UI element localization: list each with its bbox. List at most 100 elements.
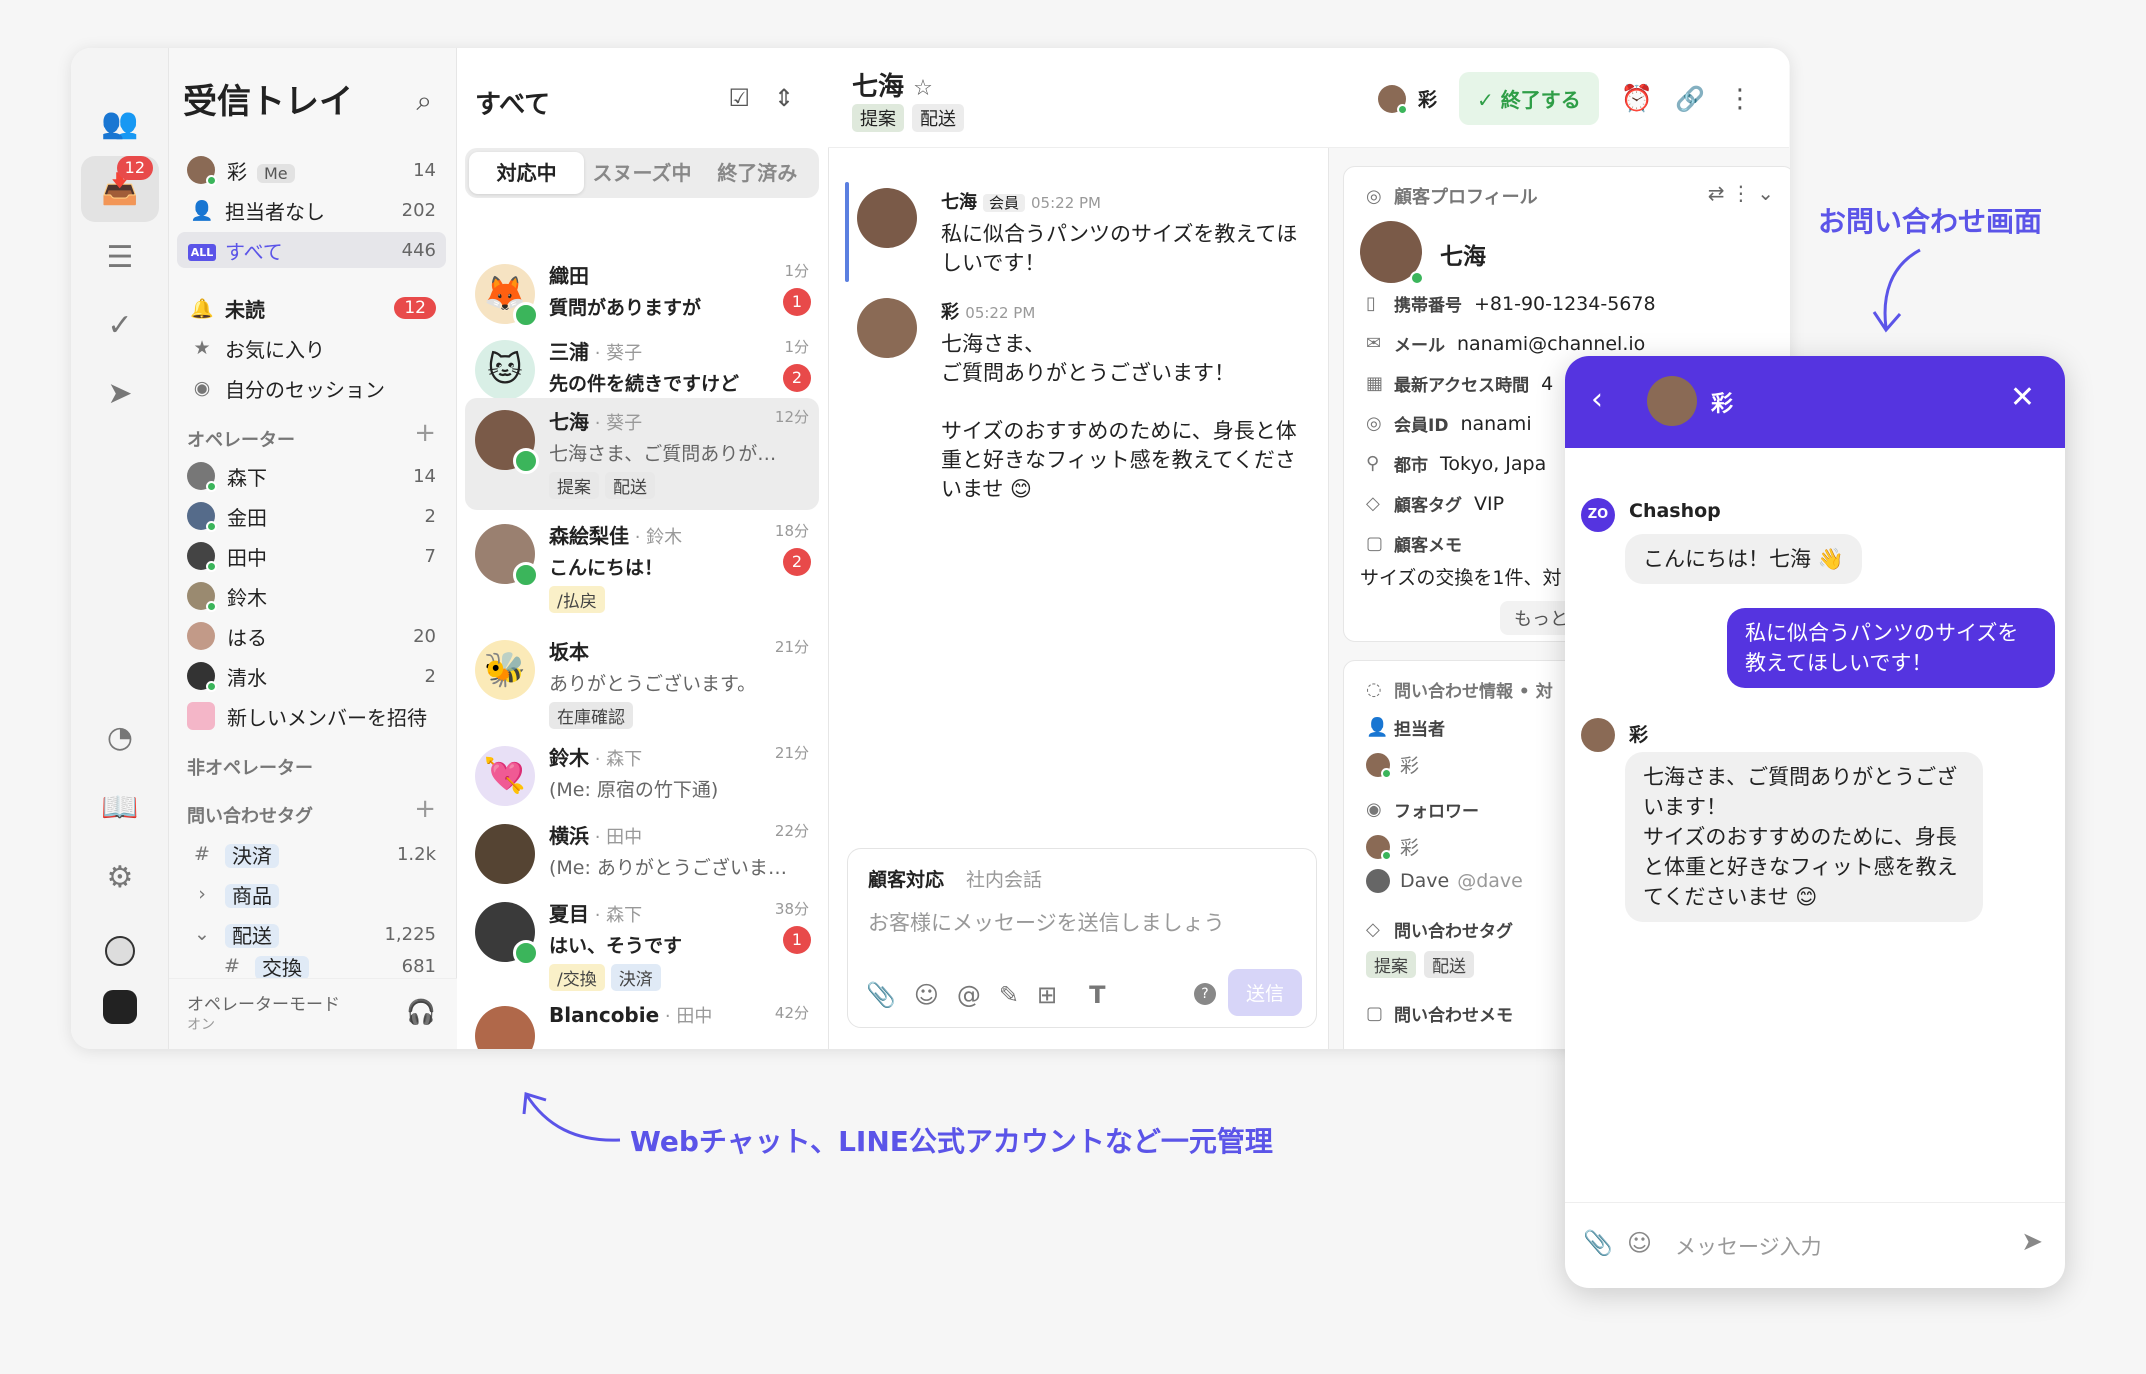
back-icon[interactable]: ‹ [1591,382,1603,417]
sidebar-item-operator[interactable]: 森下 14 [177,458,446,494]
checkbox-icon[interactable]: ☑ [728,84,750,112]
sidebar-item-all[interactable]: ALL すべて 446 [177,232,446,268]
tab-open[interactable]: 対応中 [469,152,585,194]
emoji-icon[interactable]: ☺ [914,981,939,1009]
message: 彩 05:22 PM 七海さま、 ご質問ありがとうございます！ サイズのおすすめ… [857,298,1307,504]
sidebar-item-operator[interactable]: 金田 2 [177,498,446,534]
list-title: すべて [475,90,551,120]
chevron-down-icon[interactable]: ⌄ [187,923,217,945]
close-icon[interactable]: ✕ [2010,380,2035,415]
sort-icon[interactable]: ⇕ [774,84,794,112]
star-icon[interactable]: ☆ [913,76,933,101]
sidebar-tag-item[interactable]: # 交換 681 [177,954,446,978]
list-icon[interactable]: ☰ [81,224,159,290]
sidebar-item-sessions[interactable]: ◉ 自分のセッション [177,370,446,406]
headset-icon[interactable]: 🎧 [406,998,436,1026]
mention-icon[interactable]: @ [957,981,981,1009]
sidebar-item-unassigned[interactable]: 👤 担当者なし 202 [177,192,446,228]
alarm-icon[interactable]: ⏰ [1621,84,1653,114]
tab-internal-chat[interactable]: 社内会話 [966,869,1042,891]
gear-icon[interactable]: ⚙ [81,844,159,910]
eye-icon: ◉ [193,377,211,399]
sidebar-item-unread[interactable]: 🔔 未読 12 [177,290,446,326]
profile-actions-icon[interactable]: ⇄ ⋮ ⌄ [1708,181,1774,205]
message-input[interactable]: お客様にメッセージを送信しましょう [868,907,1225,937]
add-operator-icon[interactable]: + [414,418,436,448]
inbox-app-window: 👥 📥 12 ☰ ✓ ➤ ◔ 📖 ⚙ 受信トレイ ⌕ 彩 Me 14 👤 担当者なし 20… [71,48,1790,1049]
sidebar-item-operator[interactable]: 鈴木 [177,578,446,614]
hash-icon: # [194,843,210,865]
help-icon[interactable]: ? [1194,983,1216,1005]
conversation-preview: こんにちは！ [549,557,664,579]
tab-closed[interactable]: 終了済み [700,152,815,194]
calendar-icon: ▦ [1366,373,1384,394]
assignee-selector[interactable]: 彩 [1377,84,1437,115]
conversation-item[interactable]: 横浜 · 田中 22分 (Me: ありがとうございます！) [465,812,819,888]
sidebar-item-operator[interactable]: 田中 7 [177,538,446,574]
team-icon[interactable]: 👥 [81,90,159,156]
check-badge-icon[interactable]: ✓ [81,292,159,358]
conversation-item[interactable]: 七海 · 葵子12分七海さま、ご質問ありがとうございます！提案配送 [465,398,819,510]
note-icon: ▢ [1366,533,1384,554]
conversation-item[interactable]: 森絵梨佳 · 鈴木 18分 こんにちは！ 2/払戻 [465,512,819,621]
operator-mode-value: オン [187,1017,215,1033]
avatar [1647,376,1697,426]
add-icon[interactable]: ⊞ [1037,981,1057,1009]
invite-member-button[interactable]: 新しいメンバーを招待 [177,698,446,734]
id-icon: ◎ [1366,413,1382,434]
add-tag-icon[interactable]: + [414,794,436,824]
more-icon[interactable]: ⋮ [1727,84,1753,114]
sidebar-tag-item[interactable]: › 商品 [177,876,446,912]
conversation-item[interactable]: 🦊 織田 1分 質問がありますが 1 [465,252,819,328]
tab-snoozed[interactable]: スヌーズ中 [584,152,699,194]
sidebar-item-operator[interactable]: 清水 2 [177,658,446,694]
chevron-right-icon[interactable]: › [187,883,217,905]
emoji-icon[interactable]: ☺ [1627,1229,1652,1257]
conversation-item[interactable]: 🐝 坂本 21分 ありがとうございます。 在庫確認 [465,628,819,737]
conversation-header: 七海 ☆ 提案 配送 彩 ✓ 終了する ⏰ 🔗 ⋮ [828,48,1789,148]
avatar [475,1006,535,1049]
conversation-time: 21分 [774,638,809,656]
sidebar-item-me[interactable]: 彩 Me 14 [177,152,446,188]
sidebar-item-favorites[interactable]: ★ お気に入り [177,330,446,366]
book-icon[interactable]: 📖 [81,774,159,840]
conversation-item[interactable]: 💘 鈴木 · 森下 21分 (Me: 原宿の竹下通) [465,734,819,810]
avatar: 🦊 [475,264,539,328]
customer-name: 七海 [1440,244,1486,270]
widget-agent-label: 彩 [1629,724,1649,746]
link-icon[interactable]: 🔗 [1675,85,1705,113]
avatar [857,298,917,358]
send-icon[interactable]: ➤ [2021,1227,2043,1257]
line-icon [513,562,539,588]
avatar: 🐝 [475,640,535,700]
tag-icon: ◇ [1366,493,1380,514]
avatar [187,156,217,186]
clock-icon[interactable]: ◔ [81,704,159,770]
inbox-icon[interactable]: 📥 12 [81,156,159,222]
chat-app-icon[interactable] [81,974,159,1040]
bell-icon: 🔔 [190,297,214,320]
attach-icon[interactable]: 📎 [866,981,896,1009]
sidebar-tag-item[interactable]: # 決済 1.2k [177,836,446,872]
widget-message-input[interactable]: メッセージ入力 [1675,1231,1822,1261]
sidebar-tag-item[interactable]: ⌄ 配送 1,225 [177,916,446,952]
conversation-item[interactable]: 夏目 · 森下 38分 はい、そうです 1/交換 決済 [465,890,819,999]
tab-customer-reply[interactable]: 顧客対応 [868,869,944,891]
template-icon[interactable]: ✎ [999,981,1019,1009]
operator-mode-label: オペレーターモード [187,995,340,1015]
eye-icon: ◉ [1366,799,1382,820]
text-format-icon[interactable]: T [1089,981,1105,1009]
unread-badge: 1 [783,926,811,954]
send-icon[interactable]: ➤ [81,360,159,426]
conversation-time: 12分 [774,408,809,426]
inbox-badge: 12 [116,156,153,180]
attach-icon[interactable]: 📎 [1583,1229,1613,1257]
conversation-preview: (Me: ありがとうございます！) [549,857,789,879]
conversation-item[interactable]: Blancobie · 田中 42分 [465,994,819,1049]
avatar [475,902,539,966]
sidebar-item-operator[interactable]: はる 20 [177,618,446,654]
close-conversation-button[interactable]: ✓ 終了する [1459,72,1599,125]
search-icon[interactable]: ⌕ [416,84,432,118]
send-button[interactable]: 送信 [1227,969,1302,1016]
unread-badge: 1 [783,288,811,316]
